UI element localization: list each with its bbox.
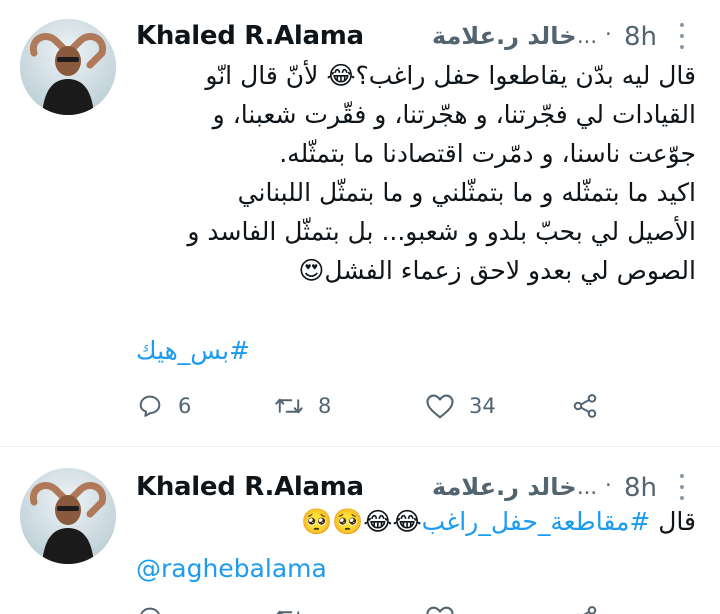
- tweet-text-prefix: قال: [650, 507, 696, 536]
- hashtag-link[interactable]: #مقاطعة_حفل_راغب: [422, 507, 651, 536]
- tweet-header: Khaled R.Alama خالد ر.علامة ... · 8h: [136, 469, 700, 511]
- mention-link[interactable]: @raghebalama: [136, 554, 327, 583]
- more-options-icon[interactable]: [678, 23, 686, 49]
- tweet-emojis: 😂😂🥺🥺: [300, 507, 422, 536]
- retweet-button[interactable]: 8: [274, 392, 331, 420]
- tweet-line: الصوص لي بعدو لاحق زعماء الفشل😍: [298, 256, 696, 285]
- display-name[interactable]: Khaled R.Alama: [136, 21, 364, 51]
- like-button[interactable]: 34: [425, 392, 496, 420]
- avatar[interactable]: [20, 468, 116, 564]
- reply-icon: [140, 607, 160, 614]
- share-button[interactable]: [570, 604, 600, 614]
- display-name[interactable]: Khaled R.Alama: [136, 472, 364, 502]
- retweet-icon: [276, 610, 300, 614]
- user-handle[interactable]: خالد ر.علامة: [432, 473, 577, 501]
- timestamp[interactable]: 8h: [624, 22, 657, 52]
- like-icon: [426, 606, 454, 614]
- tweet-text: قال ليه بدّن يقاطعوا حفل راغب؟😂 لأنّ قال…: [136, 56, 696, 290]
- like-count: 34: [469, 394, 496, 418]
- hashtag-link[interactable]: #بس_هيك: [136, 336, 696, 365]
- tweet[interactable]: Khaled R.Alama خالد ر.علامة ... · 8h قال…: [0, 0, 720, 446]
- tweet-actions: [136, 604, 720, 614]
- like-button[interactable]: [425, 604, 455, 614]
- separator-dot: ·: [605, 22, 612, 46]
- tweet-text: قال #مقاطعة_حفل_راغب😂😂🥺🥺: [256, 507, 696, 537]
- tweet-line: اكيد ما بتمثّله و ما بتمثّلني و ما بتمثّ…: [237, 178, 696, 207]
- tweet-actions: 6 8 34: [136, 392, 720, 432]
- handle-ellipsis: ...: [577, 475, 598, 499]
- tweet-header: Khaled R.Alama خالد ر.علامة ... · 8h: [136, 18, 700, 60]
- tweet-line: جوّعت ناسنا، و دمّرت اقتصادنا ما بتمثّله…: [279, 139, 696, 168]
- tweet-line: قال ليه بدّن يقاطعوا حفل راغب؟😂 لأنّ قال…: [205, 61, 696, 90]
- user-handle[interactable]: خالد ر.علامة: [432, 22, 577, 50]
- retweet-button[interactable]: [274, 604, 304, 614]
- handle-ellipsis: ...: [577, 24, 598, 48]
- tweet-line: القيادات لي فجّرتنا، و هجّرتنا، و فقّرت …: [212, 100, 696, 129]
- reply-icon: [139, 395, 161, 417]
- reply-button[interactable]: [136, 604, 164, 614]
- tweet-line: الأصيل لي بحبّ بلدو و شعبو... بل بتمثّل …: [187, 217, 696, 246]
- retweet-count: 8: [318, 394, 332, 418]
- reply-button[interactable]: 6: [136, 392, 191, 420]
- tweet[interactable]: Khaled R.Alama خالد ر.علامة ... · 8h قال…: [0, 447, 720, 614]
- retweet-icon: [275, 398, 303, 414]
- like-icon: [426, 394, 454, 419]
- timestamp[interactable]: 8h: [624, 473, 657, 503]
- more-options-icon[interactable]: [678, 474, 686, 500]
- avatar[interactable]: [20, 19, 116, 115]
- reply-count: 6: [178, 394, 192, 418]
- separator-dot: ·: [605, 473, 612, 497]
- share-button[interactable]: [570, 392, 600, 420]
- share-icon: [576, 606, 597, 614]
- share-icon: [573, 394, 597, 418]
